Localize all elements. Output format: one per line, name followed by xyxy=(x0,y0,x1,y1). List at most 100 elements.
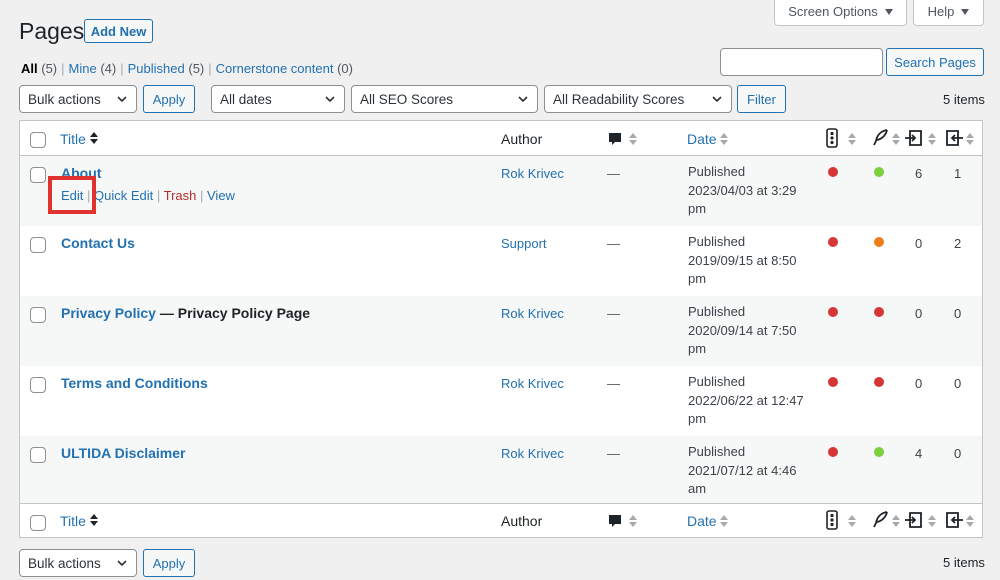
sort-icon xyxy=(892,133,900,145)
view-published[interactable]: Published (5) xyxy=(128,61,205,76)
page-title-link[interactable]: ULTIDA Disclaimer xyxy=(61,445,185,461)
row-checkbox[interactable] xyxy=(30,307,46,323)
caret-down-icon xyxy=(884,8,893,15)
author-link[interactable]: Rok Krivec xyxy=(501,376,564,391)
bulk-actions-select[interactable]: Bulk actions xyxy=(19,85,137,113)
row-checkbox[interactable] xyxy=(30,237,46,253)
comments-count: — xyxy=(607,236,620,251)
date-cell: Published 2021/07/12 at 4:46 am xyxy=(688,444,797,496)
seo-traffic-light-icon[interactable] xyxy=(826,510,838,530)
quick-edit-link[interactable]: Quick Edit xyxy=(94,188,153,203)
chevron-down-icon xyxy=(117,560,127,567)
date-cell: Published 2019/09/15 at 8:50 pm xyxy=(688,234,797,286)
select-all-checkbox[interactable] xyxy=(30,132,46,148)
chevron-down-icon xyxy=(518,96,528,103)
page-title-link[interactable]: Contact Us xyxy=(61,235,135,251)
author-link[interactable]: Rok Krivec xyxy=(501,306,564,321)
outgoing-links-icon[interactable] xyxy=(904,128,924,148)
incoming-links-count: 2 xyxy=(954,236,962,251)
items-count: 5 items xyxy=(943,92,985,107)
seo-traffic-light-icon[interactable] xyxy=(826,128,838,148)
filter-button[interactable]: Filter xyxy=(737,85,786,113)
readability-scores-value: All Readability Scores xyxy=(553,91,685,107)
outgoing-links-count: 4 xyxy=(915,446,923,461)
sort-icon xyxy=(848,133,856,145)
outgoing-links-count: 0 xyxy=(915,306,923,321)
seo-score-dot xyxy=(828,237,838,247)
sort-asc-icon xyxy=(90,514,98,526)
sort-icon xyxy=(848,515,856,527)
author-link[interactable]: Rok Krivec xyxy=(501,446,564,461)
help-label: Help xyxy=(927,4,955,19)
incoming-links-icon[interactable] xyxy=(944,128,964,148)
sort-icon xyxy=(629,133,637,145)
readability-score-dot xyxy=(874,307,884,317)
comment-icon[interactable] xyxy=(607,131,623,147)
readability-score-dot xyxy=(874,167,884,177)
comments-count: — xyxy=(607,166,620,181)
screen-options-tab[interactable]: Screen Options xyxy=(774,0,907,26)
sort-icon xyxy=(966,133,974,145)
bulk-actions-select-bottom[interactable]: Bulk actions xyxy=(19,549,137,577)
readability-quill-icon[interactable] xyxy=(872,511,888,529)
row-checkbox[interactable] xyxy=(30,377,46,393)
sort-asc-icon xyxy=(90,132,98,144)
readability-quill-icon[interactable] xyxy=(872,129,888,147)
select-all-checkbox[interactable] xyxy=(30,515,46,531)
date-cell: Published 2023/04/03 at 3:29 pm xyxy=(688,164,797,216)
apply-button[interactable]: Apply xyxy=(143,85,195,113)
screen-options-label: Screen Options xyxy=(788,4,878,19)
table-row: Privacy Policy — Privacy Policy Page Rok… xyxy=(20,296,982,366)
search-input[interactable] xyxy=(720,48,883,76)
comment-icon[interactable] xyxy=(607,513,623,529)
incoming-links-count: 0 xyxy=(954,306,962,321)
dates-select[interactable]: All dates xyxy=(211,85,345,113)
outgoing-links-count: 0 xyxy=(915,236,923,251)
column-date[interactable]: Date xyxy=(687,131,717,147)
table-row: ULTIDA Disclaimer Rok Krivec — Published… xyxy=(20,436,982,506)
row-checkbox[interactable] xyxy=(30,447,46,463)
apply-button-bottom[interactable]: Apply xyxy=(143,549,195,577)
table-row: Contact Us Support — Published 2019/09/15… xyxy=(20,226,982,296)
incoming-links-count: 1 xyxy=(954,166,962,181)
readability-score-dot xyxy=(874,447,884,457)
trash-link[interactable]: Trash xyxy=(164,188,197,203)
table-row: Terms and Conditions Rok Krivec — Publis… xyxy=(20,366,982,436)
date-cell: Published 2022/06/22 at 12:47 pm xyxy=(688,374,804,426)
readability-scores-select[interactable]: All Readability Scores xyxy=(544,85,732,113)
seo-score-dot xyxy=(828,307,838,317)
readability-score-dot xyxy=(874,237,884,247)
chevron-down-icon xyxy=(712,96,722,103)
seo-scores-select[interactable]: All SEO Scores xyxy=(351,85,538,113)
search-pages-button[interactable]: Search Pages xyxy=(886,48,984,76)
page-title-link[interactable]: Terms and Conditions xyxy=(61,375,208,391)
help-tab[interactable]: Help xyxy=(913,0,984,26)
column-date[interactable]: Date xyxy=(687,513,717,529)
chevron-down-icon xyxy=(117,96,127,103)
incoming-links-icon[interactable] xyxy=(944,510,964,530)
column-title[interactable]: Title xyxy=(60,131,86,147)
page-title: Pages xyxy=(19,18,85,44)
comments-count: — xyxy=(607,446,620,461)
outgoing-links-count: 6 xyxy=(915,166,923,181)
column-title[interactable]: Title xyxy=(60,513,86,529)
comments-count: — xyxy=(607,306,620,321)
sort-icon xyxy=(928,133,936,145)
dates-value: All dates xyxy=(220,91,272,107)
row-checkbox[interactable] xyxy=(30,167,46,183)
view-cornerstone[interactable]: Cornerstone content (0) xyxy=(216,61,353,76)
incoming-links-count: 0 xyxy=(954,446,962,461)
sort-icon xyxy=(720,133,728,145)
add-new-button[interactable]: Add New xyxy=(84,19,153,43)
outgoing-links-icon[interactable] xyxy=(904,510,924,530)
items-count-bottom: 5 items xyxy=(943,555,985,570)
view-mine[interactable]: Mine (4) xyxy=(69,61,117,76)
page-title-link[interactable]: Privacy Policy — Privacy Policy Page xyxy=(61,305,310,321)
seo-score-dot xyxy=(828,167,838,177)
author-link[interactable]: Support xyxy=(501,236,547,251)
author-link[interactable]: Rok Krivec xyxy=(501,166,564,181)
view-link[interactable]: View xyxy=(207,188,235,203)
incoming-links-count: 0 xyxy=(954,376,962,391)
column-author: Author xyxy=(501,131,543,147)
view-all[interactable]: All (5) xyxy=(21,61,57,76)
